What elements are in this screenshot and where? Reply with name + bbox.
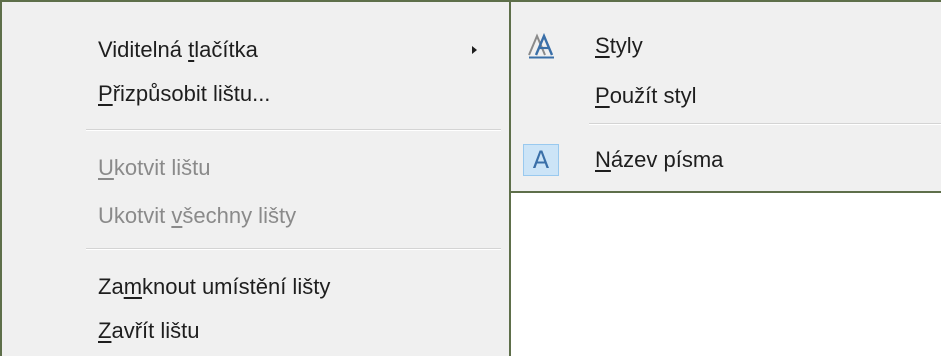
menu-item-label: Viditelná tlačítka: [98, 37, 258, 62]
submenu-item-apply-style[interactable]: Použít styl: [511, 74, 941, 118]
menu-item-label: Ukotvit lištu: [98, 155, 211, 180]
menu-item-label: Přizpůsobit lištu...: [98, 81, 271, 106]
menu-item-dock-toolbar: Ukotvit lištu: [98, 146, 501, 190]
menu-item-dock-all-toolbars: Ukotvit všechny lišty: [98, 194, 501, 238]
menu-item-label: Zavřít lištu: [98, 318, 200, 343]
menu-item-lock-toolbar-position[interactable]: Zamknout umístění lišty: [98, 265, 501, 309]
submenu-separator: [589, 123, 941, 125]
menu-separator: [86, 248, 501, 250]
submenu-item-styles[interactable]: Styly: [511, 24, 941, 68]
submenu-arrow-icon: [472, 46, 477, 54]
menu-item-label: Zamknout umístění lišty: [98, 274, 331, 299]
menu-item-customize-toolbar[interactable]: Přizpůsobit lištu...: [98, 72, 501, 116]
visible-buttons-submenu: Styly Použít styl A Název písma: [509, 0, 941, 193]
submenu-item-font-name[interactable]: A Název písma: [511, 138, 941, 182]
context-menu-area: Viditelná tlačítka Přizpůsobit lištu... …: [0, 0, 941, 356]
submenu-item-label: Použít styl: [595, 83, 697, 108]
styles-icon: [523, 30, 559, 62]
menu-item-close-toolbar[interactable]: Zavřít lištu: [98, 309, 501, 353]
menu-item-label: Ukotvit všechny lišty: [98, 203, 297, 228]
font-name-icon: A: [523, 144, 559, 176]
submenu-item-label: Styly: [595, 33, 643, 58]
toolbar-context-menu: Viditelná tlačítka Přizpůsobit lištu... …: [0, 0, 511, 356]
menu-separator: [86, 129, 501, 131]
submenu-item-label: Název písma: [595, 147, 724, 172]
menu-item-visible-buttons[interactable]: Viditelná tlačítka: [98, 28, 501, 72]
